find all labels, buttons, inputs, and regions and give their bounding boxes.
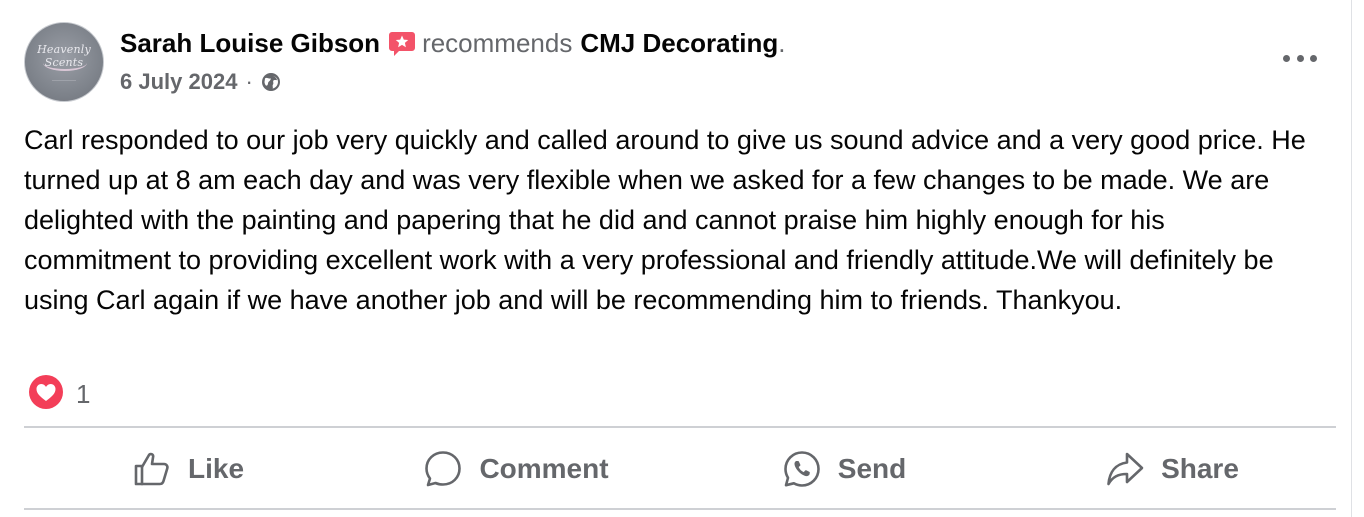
comment-button[interactable]: Comment xyxy=(352,436,680,502)
post-date[interactable]: 6 July 2024 xyxy=(120,70,237,94)
reaction-count: 1 xyxy=(76,379,91,409)
share-arrow-icon xyxy=(1107,452,1144,486)
post-body-text: Carl responded to our job very quickly a… xyxy=(24,125,1306,315)
recommends-text: recommends xyxy=(422,28,573,58)
comment-label: Comment xyxy=(479,453,609,484)
whatsapp-icon xyxy=(783,451,820,487)
post-title-line: Sarah Louise Gibson recommends CMJ Decor… xyxy=(120,28,786,58)
divider-bottom xyxy=(24,508,1336,510)
more-dot xyxy=(1296,54,1304,62)
avatar[interactable]: Heavenly Scents —————— xyxy=(24,22,104,102)
thumbs-up-icon xyxy=(134,452,169,486)
avatar-logo-swoosh xyxy=(43,55,87,71)
send-button[interactable]: Send xyxy=(680,436,1008,502)
more-dot xyxy=(1283,54,1290,62)
more-dot xyxy=(1310,54,1317,62)
globe-icon[interactable] xyxy=(261,72,281,92)
reaction-summary[interactable]: 1 xyxy=(26,372,90,417)
post-card: Heavenly Scents —————— Sarah Louise Gibs… xyxy=(0,0,1352,517)
like-label: Like xyxy=(187,453,245,484)
recommended-page-link[interactable]: CMJ Decorating xyxy=(580,28,778,58)
share-button[interactable]: Share xyxy=(1008,436,1336,502)
share-label: Share xyxy=(1161,453,1239,484)
post-meta-line: 6 July 2024 · xyxy=(120,70,786,94)
header-text: Sarah Louise Gibson recommends CMJ Decor… xyxy=(120,28,786,94)
send-label: Send xyxy=(837,453,907,484)
love-reaction-icon xyxy=(26,372,66,417)
recommend-badge-icon xyxy=(388,29,416,57)
author-name[interactable]: Sarah Louise Gibson xyxy=(120,28,380,58)
divider-top xyxy=(24,426,1336,428)
more-options-icon[interactable] xyxy=(1283,48,1317,68)
meta-separator: · xyxy=(245,69,253,94)
action-bar: Like Comment Send Share xyxy=(24,436,1336,502)
comment-bubble-icon xyxy=(425,451,462,487)
like-button[interactable]: Like xyxy=(24,436,352,502)
title-period: . xyxy=(778,28,786,58)
post-header: Heavenly Scents —————— Sarah Louise Gibs… xyxy=(24,22,786,102)
avatar-logo-subline: —————— xyxy=(52,77,76,82)
